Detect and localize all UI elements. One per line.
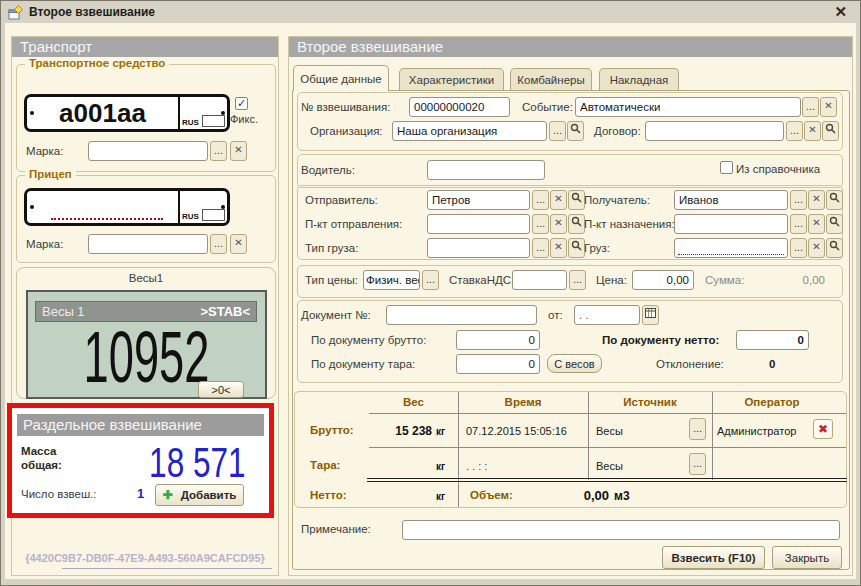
title-bar: Второе взвешивание ✕ [2, 1, 859, 23]
vehicle-marka-label: Марка: [26, 145, 63, 157]
scale-display: Весы 1 >STAB< 10952 >0< [26, 290, 267, 399]
russia-flag-icon [202, 115, 225, 127]
trailer-marka-clear-button[interactable]: ✕ [230, 234, 247, 254]
organization-search-button[interactable] [567, 121, 584, 141]
russia-flag-icon [202, 209, 225, 221]
trailer-group-legend: Прицеп [25, 168, 76, 180]
contract-select-button[interactable]: ... [786, 121, 803, 141]
add-weighing-button[interactable]: ✚ Добавить [155, 484, 244, 506]
tab-obshchie-dannye[interactable]: Общие данные [293, 65, 389, 91]
fix-checkbox[interactable]: ✓ [235, 97, 248, 110]
plate-bolt-right [221, 111, 225, 115]
form-guid: {4420C9B7-DB0F-47E9-A493-560A9CAFCD95} [12, 552, 278, 564]
window: Второе взвешивание ✕ Транспорт Транспорт… [0, 0, 861, 586]
weigh-count-label: Число взвеш.: [21, 488, 97, 500]
plate-bolt-left [30, 111, 34, 115]
organization-label: Организация: [310, 125, 383, 137]
contract-label: Договор: [594, 125, 641, 137]
separate-weighing-highlight: Раздельное взвешивание Масса общая: 18 5… [7, 403, 274, 518]
magnifier-icon [825, 123, 836, 134]
contract-clear-button[interactable]: ✕ [804, 121, 821, 141]
vehicle-plate[interactable]: а001аа RUS [24, 94, 230, 132]
plate-region-code: RUS [182, 212, 199, 221]
event-select-button[interactable]: ... [802, 97, 819, 117]
scale-name: Весы 1 [42, 304, 85, 319]
form-icon [8, 5, 23, 20]
guid-underline [62, 568, 272, 569]
vehicle-marka-clear-button[interactable]: ✕ [230, 141, 247, 161]
window-title: Второе взвешивание [29, 5, 155, 19]
event-input[interactable]: Автоматически [575, 97, 801, 117]
weighing-panel: Второе взвешивание Общие данные Характер… [288, 36, 853, 576]
weigh-count-value: 1 [137, 486, 144, 501]
transport-header: Транспорт [12, 37, 278, 57]
vehicle-group-legend: Транспортное средство [25, 57, 169, 69]
organization-select-button[interactable]: ... [549, 121, 566, 141]
tab-content [292, 90, 850, 570]
plate-region-code: RUS [182, 118, 199, 127]
event-clear-button[interactable]: ✕ [820, 97, 837, 117]
plus-icon: ✚ [163, 488, 173, 502]
close-button[interactable]: ✕ [834, 3, 847, 21]
vehicle-marka-input[interactable] [88, 141, 208, 161]
magnifier-icon [570, 123, 581, 134]
total-mass-value: 18 571 [149, 439, 245, 487]
contract-input[interactable] [645, 121, 784, 141]
contract-search-button[interactable] [822, 121, 839, 141]
fix-label: Фикс. [230, 113, 258, 125]
tab-kombaynery[interactable]: Комбайнеры [510, 68, 592, 91]
trailer-marka-input[interactable] [88, 234, 208, 254]
scale-weight-value: 10952 [73, 328, 220, 386]
plate-bolt-right [221, 205, 225, 209]
vehicle-plate-number: а001аа [59, 98, 146, 129]
total-mass-label: Масса общая: [21, 444, 62, 472]
plate-required-underline [51, 218, 163, 220]
organization-input[interactable]: Наша организация [392, 121, 547, 141]
plate-bolt-left [30, 205, 34, 209]
tab-kharakteristiki[interactable]: Характеристики [399, 68, 504, 91]
vehicle-marka-select-button[interactable]: ... [210, 141, 227, 161]
trailer-plate[interactable]: RUS [24, 188, 230, 226]
scales-group-title: Весы1 [17, 272, 275, 284]
scale-zero-button[interactable]: >0< [198, 381, 244, 398]
weighing-number-label: № взвешивания: [301, 101, 390, 113]
trailer-marka-label: Марка: [26, 238, 63, 250]
tab-nakladnaya[interactable]: Накладная [599, 68, 679, 91]
weighing-number-input[interactable]: 00000000020 [409, 97, 510, 117]
weighing-header: Второе взвешивание [289, 37, 852, 57]
event-label: Событие: [522, 101, 573, 113]
trailer-marka-select-button[interactable]: ... [210, 234, 227, 254]
separate-weighing-header: Раздельное взвешивание [17, 414, 264, 436]
